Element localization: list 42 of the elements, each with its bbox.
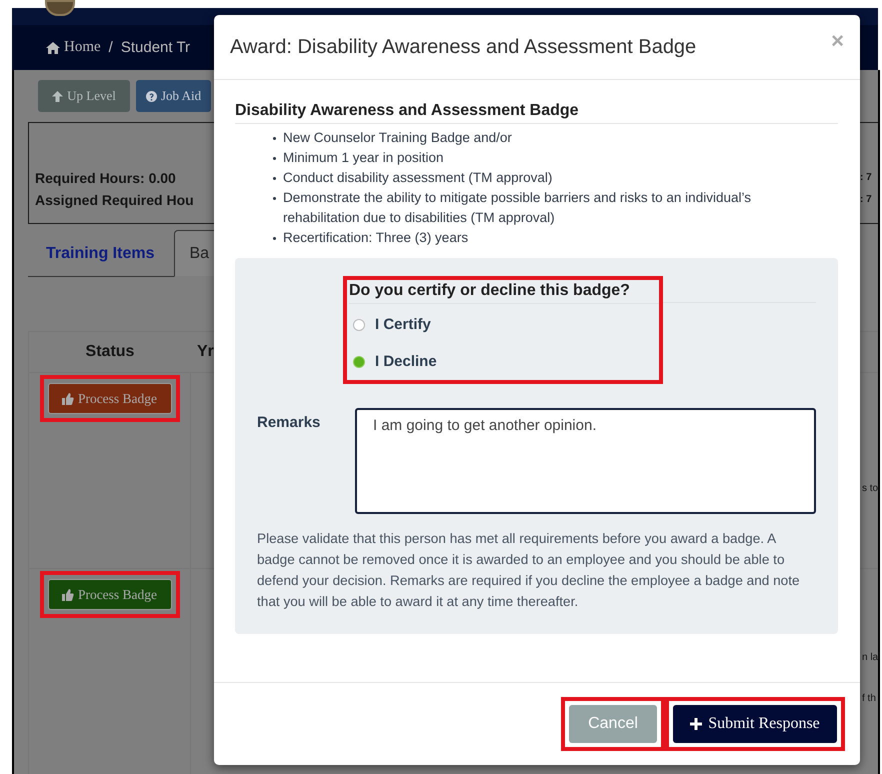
requirement-text: Recertification: Three (3) years [283, 229, 468, 247]
remarks-field[interactable]: I am going to get another opinion. [355, 408, 816, 514]
summary-value: : 7 [860, 193, 873, 207]
summary-text: Required Hours: 0.00 [35, 169, 176, 188]
breadcrumb-link[interactable]: Student Tr [120, 39, 190, 56]
thumbs-up-icon [62, 392, 74, 404]
bullet-icon [273, 177, 276, 180]
radio-option[interactable]: I Certify [349, 308, 659, 341]
arrow-up-icon [52, 90, 64, 102]
radio-option[interactable]: I Decline [349, 345, 659, 378]
breadcrumb-link[interactable]: Home [46, 39, 101, 56]
breadcrumb-separator: / [108, 39, 113, 56]
summary-text: Assigned Required Hou [35, 191, 194, 210]
home-icon [46, 42, 60, 54]
plus-icon [690, 718, 702, 730]
job-aid-button[interactable]: Job Aid [136, 80, 212, 112]
submit-button[interactable]: Submit Response [673, 705, 837, 743]
badge-heading: Disability Awareness and Assessment Badge [235, 102, 838, 124]
remarks-label: Remarks [257, 413, 322, 433]
question-text: Do you certify or decline this badge? [349, 282, 659, 304]
notice-text: Please validate that this person has met all requirements before you award a badge. A badge cannot be removed once it is awarded to an employee and you should be able to defend your decision. Remarks are required if you decline the employee a badge and note that you will be able to award it at any time thereafter. [257, 530, 801, 611]
up-level-button[interactable]: Up Level [38, 80, 130, 112]
bullet-icon [273, 197, 276, 200]
requirement-text: New Counselor Training Badge and/or [283, 129, 512, 147]
thumbs-up-icon [62, 588, 74, 600]
requirement-text: Conduct disability assessment (TM approval) [283, 169, 552, 187]
bullet-icon [273, 137, 276, 140]
process-badge-button[interactable]: Process Badge [48, 383, 172, 414]
requirement-text: Demonstrate the ability to mitigate possible barriers and risks to an individual’s rehabilitation due to disabilities (TM approval) [283, 189, 752, 227]
logo-icon [45, 0, 75, 16]
tab[interactable]: Training Items [28, 245, 174, 276]
table-text: n la [862, 652, 880, 663]
process-badge-button[interactable]: Process Badge [48, 579, 172, 610]
help-icon [146, 90, 157, 102]
summary-value: : 7 [860, 171, 873, 185]
dialog-title: Award: Disability Awareness and Assessment Badge [230, 36, 696, 58]
bullet-icon [273, 237, 276, 240]
requirement-text: Minimum 1 year in position [283, 149, 444, 167]
column-header: Status [84, 343, 136, 361]
bullet-icon [273, 157, 276, 160]
table-text: s to [862, 483, 880, 494]
table-text: f th [862, 693, 877, 704]
